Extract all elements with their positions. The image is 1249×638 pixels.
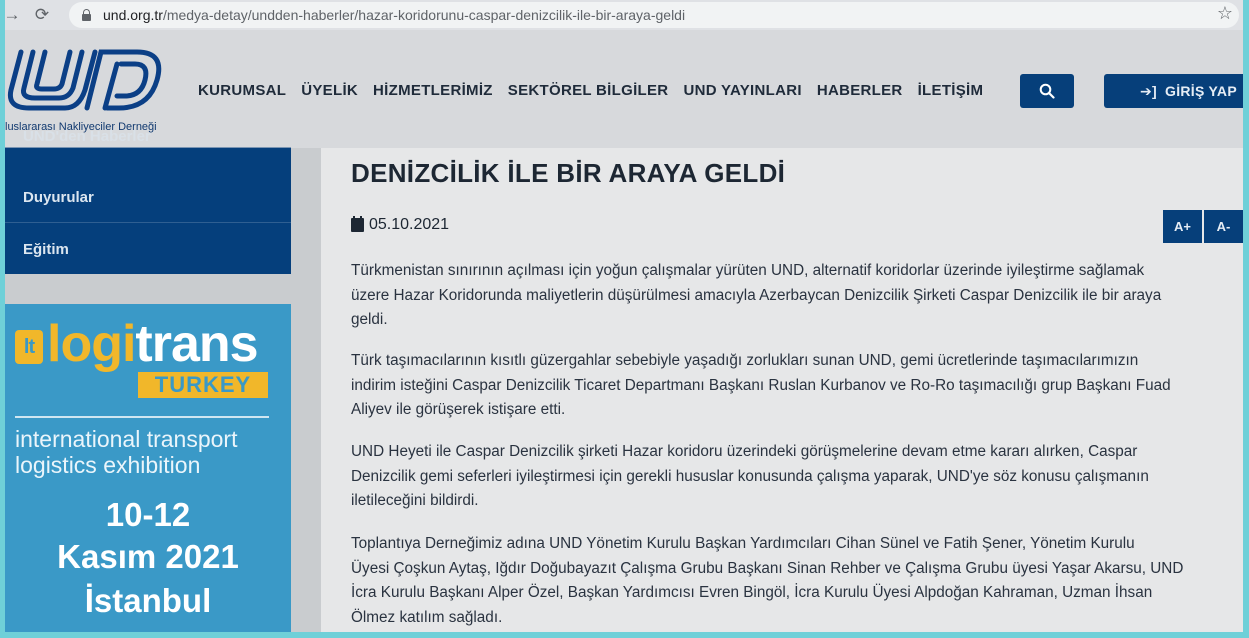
paragraph-line: geldi. (351, 311, 388, 328)
article-content: DENİZCİLİK İLE BİR ARAYA GELDİ 05.10.202… (321, 148, 1243, 632)
font-size-controls: A+ A- (1163, 210, 1243, 243)
banner-tagline-1: international transport (15, 426, 238, 452)
login-label: GİRİŞ YAP (1165, 83, 1237, 99)
banner-city: İstanbul (84, 582, 212, 619)
url-domain: und.org.tr (103, 7, 163, 23)
paragraph-line: Toplantıya Derneğimiz adına UND Yönetim … (351, 535, 1135, 552)
bookmark-star-icon[interactable]: ☆ (1217, 3, 1233, 24)
article-date-row: 05.10.2021 (351, 216, 449, 234)
calendar-icon (351, 216, 364, 232)
nav-hizmetlerimiz[interactable]: HİZMETLERİMİZ (373, 82, 493, 99)
lt-mark: lt (15, 330, 43, 364)
sidebar-item-label: Duyurular (23, 189, 94, 206)
login-button[interactable]: ➔] GİRİŞ YAP (1104, 74, 1243, 108)
paragraph-line: Türk taşımacılarının kısıtlı güzergahlar… (351, 352, 1139, 369)
address-bar[interactable]: und.org.tr/medya-detay/undden-haberler/h… (69, 2, 1239, 28)
article-paragraph-3: UND Heyeti ile Caspar Denizcilik şirketi… (351, 440, 1236, 514)
nav-uyelik[interactable]: ÜYELİK (301, 82, 358, 99)
article-title: DENİZCİLİK İLE BİR ARAYA GELDİ (351, 158, 786, 188)
article-paragraph-2: Türk taşımacılarının kısıtlı güzergahlar… (351, 349, 1236, 423)
paragraph-line: Denizcilik gemi seferleri iyileştirmesi … (351, 467, 1149, 485)
nav-haberler[interactable]: HABERLER (817, 82, 903, 99)
nav-sektorel-bilgiler[interactable]: SEKTÖREL BİLGİLER (508, 82, 669, 99)
paragraph-line: Türkmenistan sınırının açılması için yoğ… (351, 262, 1145, 279)
logo-trans: trans (135, 315, 258, 373)
banner-divider (15, 416, 269, 418)
logo-logi: logi (47, 315, 136, 373)
sidebar-item-duyurular[interactable]: Duyurular (5, 173, 291, 223)
lock-icon (81, 9, 91, 21)
nav-iletisim[interactable]: İLETİŞİM (918, 82, 984, 99)
url-path: /medya-detay/undden-haberler/hazar-korid… (162, 7, 686, 23)
banner-month-year: Kasım 2021 (57, 538, 239, 575)
nav-kurumsal[interactable]: KURUMSAL (198, 82, 286, 99)
browser-window: → ⟳ und.org.tr/medya-detay/undden-haberl… (5, 0, 1243, 632)
search-icon (1039, 83, 1055, 99)
logitrans-banner[interactable]: lt logitrans TURKEY international transpo… (5, 304, 291, 632)
sidebar-item-undden-haberler[interactable]: UND'den Haberler (5, 123, 291, 148)
und-logo[interactable] (7, 46, 167, 116)
paragraph-line: İcra Kurulu Başkanı Alper Özel, Başkan Y… (351, 584, 1153, 601)
paragraph-line: indirim isteğini Caspar Denizcilik Ticar… (351, 376, 1171, 394)
sidebar-item-egitim[interactable]: Eğitim (5, 224, 291, 274)
banner-dates: 10-12 (105, 496, 191, 533)
paragraph-line: üzere Hazar Koridorunda maliyetlerin düş… (351, 286, 1162, 304)
article-paragraph-4: Toplantıya Derneğimiz adına UND Yönetim … (351, 532, 1236, 630)
font-increase-button[interactable]: A+ (1163, 210, 1202, 243)
logitrans-logo: lt logitrans (15, 315, 259, 373)
article-paragraph-1: Türkmenistan sınırının açılması için yoğ… (351, 259, 1236, 333)
paragraph-line: Üyesi Çoşkun Aytaş, Iğdır Doğubayazıt Ça… (351, 559, 1184, 577)
forward-icon[interactable]: → (5, 2, 25, 28)
main-nav: KURUMSAL ÜYELİK HİZMETLERİMİZ SEKTÖREL B… (198, 82, 998, 99)
banner-tagline-2: logistics exhibition (15, 452, 201, 478)
sidebar-item-label: UND'den Haberler (23, 128, 151, 145)
sidebar-menu: UND'den Haberler Duyurular Eğitim (5, 128, 291, 274)
paragraph-line: Aliyev ile görüşerek istişare etti. (351, 401, 566, 418)
search-button[interactable] (1020, 74, 1074, 108)
paragraph-line: UND Heyeti ile Caspar Denizcilik şirketi… (351, 443, 1138, 460)
sidebar-item-label: Eğitim (23, 240, 69, 258)
turkey-label: TURKEY (138, 372, 268, 398)
nav-und-yayinlari[interactable]: UND YAYINLARI (683, 82, 801, 99)
reload-icon[interactable]: ⟳ (29, 2, 55, 28)
paragraph-line: iletileceğini bildirdi. (351, 492, 479, 509)
font-decrease-button[interactable]: A- (1204, 210, 1243, 243)
browser-toolbar: → ⟳ und.org.tr/medya-detay/undden-haberl… (5, 0, 1243, 30)
sign-in-icon: ➔] (1140, 82, 1157, 99)
paragraph-line: Ölmez katılım sağladı. (351, 608, 503, 626)
article-date: 05.10.2021 (369, 216, 450, 233)
